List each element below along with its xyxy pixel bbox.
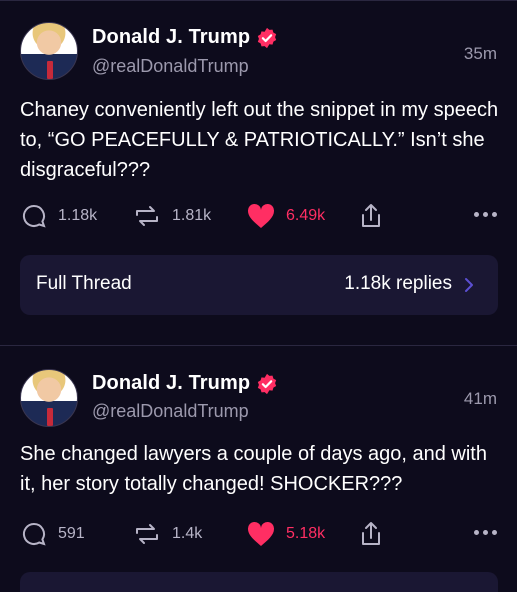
more-icon [474, 530, 479, 535]
author-name-text[interactable]: Donald J. Trump [92, 26, 250, 49]
like-count: 6.49k [286, 207, 326, 224]
reply-icon [22, 522, 46, 546]
repost-count: 1.81k [172, 207, 212, 224]
repost-icon [136, 206, 158, 226]
like-button[interactable]: 5.18k [246, 520, 325, 548]
author-name[interactable]: Donald J. Trump [92, 372, 278, 395]
repost-icon [136, 524, 158, 544]
divider [0, 0, 517, 1]
chevron-right-icon [465, 278, 473, 292]
author-name-text[interactable]: Donald J. Trump [92, 372, 250, 395]
avatar[interactable] [20, 369, 78, 427]
like-button[interactable]: 6.49k [246, 202, 325, 230]
author-handle[interactable]: @realDonaldTrump [92, 56, 249, 77]
verified-icon [258, 27, 277, 48]
author-name[interactable]: Donald J. Trump [92, 26, 278, 49]
avatar[interactable] [20, 22, 78, 80]
thread-replies-count: 1.18k replies [344, 273, 452, 294]
reply-button[interactable]: 591 [20, 520, 85, 548]
divider [0, 345, 517, 346]
full-thread-button[interactable] [20, 572, 498, 592]
more-icon [474, 212, 479, 217]
share-icon [362, 204, 380, 227]
author-handle[interactable]: @realDonaldTrump [92, 401, 249, 422]
more-button[interactable] [474, 212, 497, 217]
share-icon [362, 522, 380, 545]
more-button[interactable] [474, 530, 497, 535]
reply-count: 591 [58, 525, 85, 542]
share-button[interactable] [358, 520, 384, 548]
post-actions: 1.18k 1.81k 6.49k [20, 202, 497, 232]
post-actions: 591 1.4k 5.18k [20, 520, 497, 550]
post-text: Chaney conveniently left out the snippet… [20, 99, 499, 181]
repost-button[interactable]: 1.81k [132, 202, 211, 230]
repost-button[interactable]: 1.4k [132, 520, 202, 548]
heart-icon [247, 521, 275, 546]
full-thread-label: Full Thread [36, 273, 132, 294]
reply-icon [22, 204, 46, 228]
post-text: She changed lawyers a couple of days ago… [20, 443, 487, 495]
heart-icon [247, 203, 275, 228]
repost-count: 1.4k [172, 525, 203, 542]
full-thread-button[interactable]: Full Thread 1.18k replies [20, 255, 498, 315]
reply-count: 1.18k [58, 207, 98, 224]
reply-button[interactable]: 1.18k [20, 202, 97, 230]
share-button[interactable] [358, 202, 384, 230]
like-count: 5.18k [286, 525, 326, 542]
verified-icon [258, 373, 277, 394]
timestamp: 41m [463, 389, 497, 408]
timestamp: 35m [463, 44, 497, 63]
